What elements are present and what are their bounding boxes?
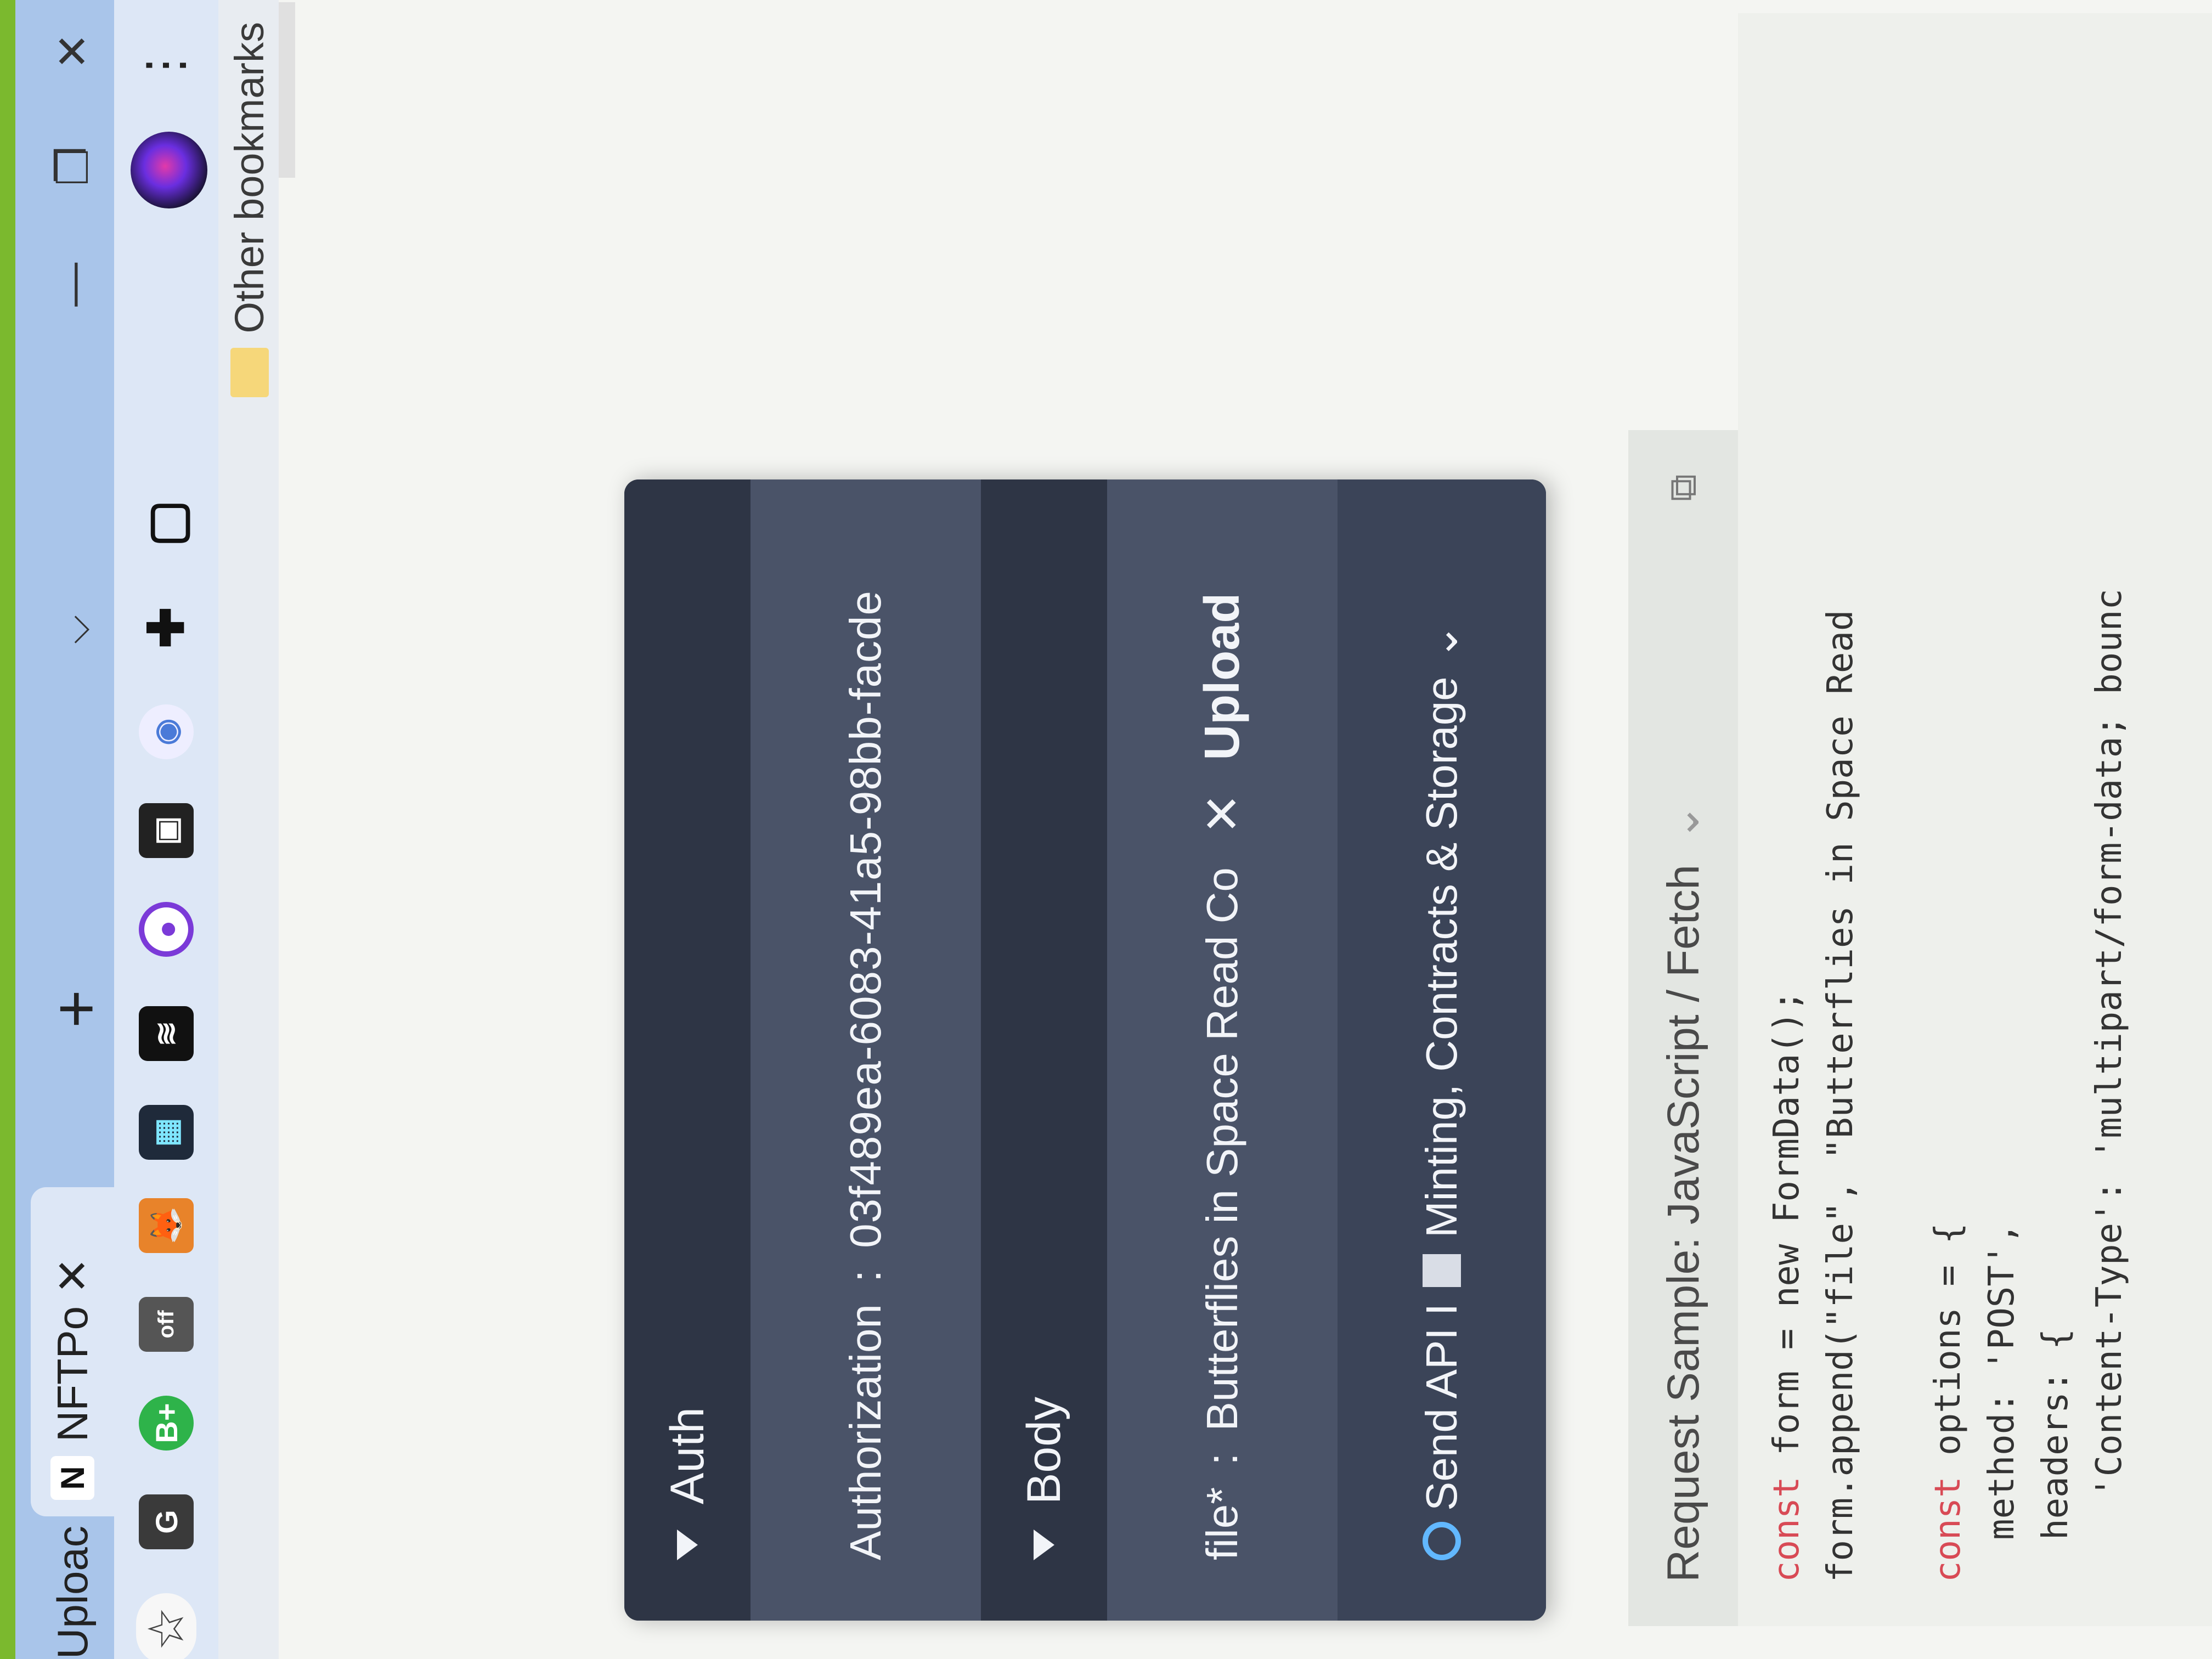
- restore-icon[interactable]: ❐: [47, 146, 98, 186]
- request-sample: Request Sample: JavaScript / Fetch ⌄ ⧉ c…: [1628, 13, 2212, 1626]
- authorization-key: Authorization: [841, 1304, 890, 1560]
- new-tab-button[interactable]: +: [39, 990, 112, 1028]
- category-icon: [1423, 1254, 1461, 1287]
- code-block: const form = new FormData(); form.append…: [1738, 13, 2212, 1626]
- menu-icon[interactable]: ⋮: [136, 44, 194, 90]
- loading-spinner-icon: [1423, 1522, 1461, 1560]
- tab-label: Uploac: [48, 1526, 97, 1659]
- avatar[interactable]: [131, 132, 207, 208]
- owl-ext-icon[interactable]: ◉: [139, 704, 194, 759]
- clear-file-icon[interactable]: ✕: [1194, 793, 1251, 834]
- file-name: Butterflies in Space Read Co: [1198, 867, 1246, 1431]
- file-row: file* : Butterflies in Space Read Co ✕ U…: [1107, 479, 1338, 1621]
- other-bookmarks[interactable]: Other bookmarks: [226, 22, 273, 397]
- bookmark-star-icon[interactable]: ☆: [136, 1593, 196, 1659]
- auth-section-header[interactable]: Auth: [624, 479, 751, 1621]
- bplus-ext-icon[interactable]: B+: [139, 1396, 194, 1451]
- close-window-icon[interactable]: ✕: [47, 33, 98, 70]
- code-line-1: form = new FormData();: [1767, 990, 1807, 1455]
- code-line-7: 'Content-Type': 'multipart/form-data; bo…: [2089, 589, 2130, 1582]
- authorization-row: Authorization : 03f489ea-6083-41a5-98bb-…: [751, 479, 981, 1621]
- metamask-icon[interactable]: 🦊: [139, 1198, 194, 1253]
- auth-label: Auth: [661, 1407, 714, 1504]
- window-icon[interactable]: ▢: [139, 496, 194, 551]
- tab-strip: Uploac ✕ N NFTPo ✕ + ⌵ — ❐ ✕: [15, 0, 114, 1659]
- code-line: form.append("file", "Butterflies in Spac…: [1820, 610, 1861, 1582]
- browser-toolbar: ☆ G B+ off 🦊 ▦ ≋ ● ▣ ◉ ✚ ▢ ⋮: [114, 0, 218, 1659]
- send-api-button[interactable]: Send API I: [1417, 1304, 1467, 1511]
- code-line-4: options = {: [1928, 1222, 1968, 1455]
- tab-label: NFTPo: [48, 1306, 97, 1442]
- tab-search-chevron-icon[interactable]: ⌵: [54, 615, 99, 644]
- tab-nftport[interactable]: N NFTPo ✕: [31, 1187, 114, 1516]
- code-line: headers: {: [2035, 1329, 2076, 1582]
- body-section-header[interactable]: Body: [981, 479, 1107, 1621]
- browser-window: Uploac ✕ N NFTPo ✕ + ⌵ — ❐ ✕ ☆ G B+ off …: [0, 0, 2212, 1659]
- authorization-input[interactable]: 03f489ea-6083-41a5-98bb-facde: [840, 590, 891, 1248]
- code-line-6: headers: {: [2035, 1328, 2076, 1582]
- separator: :: [841, 1269, 890, 1283]
- code-line: 'Content-Type': 'multipart/form-data; bo…: [2089, 589, 2130, 1582]
- code-line-5: method: 'POST',: [1982, 1222, 2022, 1582]
- upload-button[interactable]: Upload: [1194, 593, 1251, 760]
- category-label[interactable]: Minting, Contracts & Storage: [1417, 676, 1467, 1238]
- monitor-bezel: [0, 0, 15, 1659]
- wave-ext-icon[interactable]: ≋: [139, 1006, 194, 1061]
- send-row: Send API I Minting, Contracts & Storage …: [1338, 479, 1546, 1621]
- pink-app-icon[interactable]: ▦: [139, 1105, 194, 1160]
- chevron-down-icon[interactable]: ⌄: [1417, 623, 1468, 660]
- code-line: const options = {: [1928, 1222, 1968, 1582]
- tab-upload[interactable]: Uploac ✕: [31, 1477, 114, 1659]
- puzzle-icon[interactable]: ✚: [139, 600, 194, 655]
- request-sample-title: Request Sample: JavaScript / Fetch: [1658, 864, 1708, 1582]
- page-content: Auth Authorization : 03f489ea-6083-41a5-…: [279, 0, 2212, 1659]
- code-line-2: form.append("file", "Butterflies in Spac…: [1820, 610, 1861, 1582]
- nftport-favicon-icon: N: [50, 1456, 94, 1500]
- body-label: Body: [1017, 1396, 1070, 1504]
- api-request-card: Auth Authorization : 03f489ea-6083-41a5-…: [624, 479, 1546, 1621]
- other-bookmarks-label: Other bookmarks: [227, 22, 272, 334]
- code-line: const form = new FormData();: [1767, 990, 1807, 1582]
- scrollbar[interactable]: [279, 2, 295, 178]
- caret-down-icon: [677, 1530, 698, 1560]
- bookmarks-bar: Other bookmarks: [218, 0, 279, 1659]
- off-ext-icon[interactable]: off: [139, 1297, 194, 1352]
- chevron-down-icon[interactable]: ⌄: [1658, 803, 1708, 841]
- code-line: method: 'POST',: [1982, 1223, 2022, 1582]
- request-sample-header[interactable]: Request Sample: JavaScript / Fetch ⌄ ⧉: [1628, 430, 1738, 1626]
- window-controls: — ❐ ✕: [31, 0, 114, 307]
- caret-down-icon: [1034, 1530, 1054, 1560]
- close-icon[interactable]: ✕: [47, 1257, 98, 1294]
- profile-ext-icon[interactable]: G: [139, 1494, 194, 1549]
- file-key: file*: [1198, 1487, 1246, 1560]
- minimize-icon[interactable]: —: [47, 263, 98, 307]
- separator: :: [1198, 1453, 1246, 1465]
- qr-ext-icon[interactable]: ▣: [139, 803, 194, 858]
- purple-ring-icon[interactable]: ●: [139, 902, 194, 957]
- copy-icon[interactable]: ⧉: [1661, 474, 1706, 501]
- folder-icon: [230, 347, 269, 397]
